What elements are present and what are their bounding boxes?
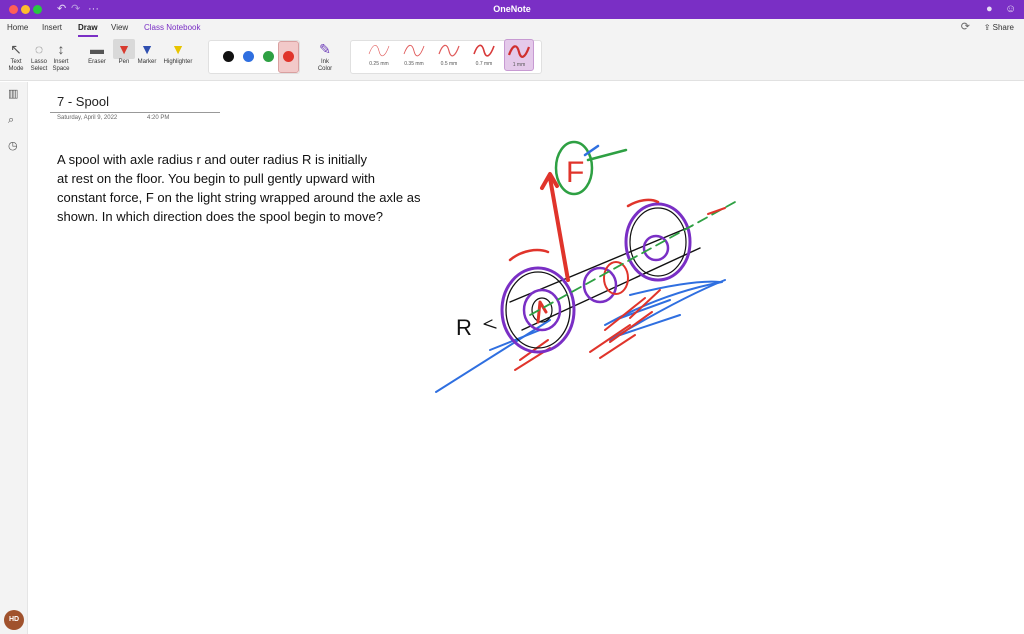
text-line: constant force, F on the light string wr… — [57, 190, 421, 205]
insert-space-button[interactable]: ↕ Insert Space — [50, 39, 72, 73]
ink-color-icon: ✎ — [319, 41, 331, 57]
thickness-label: 1 mm — [512, 62, 526, 68]
force-arrow — [548, 176, 570, 282]
stroke-sample-icon — [473, 44, 495, 57]
lasso-icon: ◌ — [34, 41, 44, 57]
text-mode-label: Text Mode — [8, 59, 24, 72]
left-nav-rail: ▥ ⌕ ◷ HD — [0, 82, 28, 634]
color-blue[interactable] — [243, 51, 254, 62]
marker-button[interactable]: ▼ Marker — [135, 39, 159, 66]
tab-draw[interactable]: Draw — [78, 23, 98, 37]
stroke-sample-icon — [438, 44, 460, 57]
thickness-1[interactable]: 1 mm — [504, 39, 534, 71]
thickness-label: 0.5 mm — [440, 61, 458, 67]
title-bar: ↶ ↷ ··· OneNote ● ☺ — [0, 0, 1024, 19]
insert-space-label: Insert Space — [52, 59, 70, 72]
eraser-button[interactable]: ▬ Eraser — [85, 39, 109, 66]
stroke-sample-icon — [368, 45, 390, 57]
color-black[interactable] — [223, 51, 234, 62]
lasso-select-label: Lasso Select — [30, 59, 48, 72]
lasso-select-button[interactable]: ◌ Lasso Select — [28, 39, 50, 73]
thickness-0-5[interactable]: 0.5 mm — [434, 39, 464, 67]
page-date: Saturday, April 9, 2022 — [57, 115, 118, 121]
middle-ring — [582, 266, 618, 304]
text-line: shown. In which direction does the spool… — [57, 209, 383, 224]
pen-button[interactable]: ▼ Pen — [112, 39, 136, 66]
page-title[interactable]: 7 - Spool — [57, 94, 109, 109]
force-label: F — [566, 156, 584, 189]
right-wheel-hub — [642, 234, 670, 262]
radius-label: R — [456, 315, 472, 340]
radius-indicator — [483, 319, 497, 329]
text-cursor-icon: ↖ — [10, 41, 22, 57]
right-wheel-outer — [624, 202, 692, 282]
floor-hatching-blue — [435, 279, 726, 393]
pen-label: Pen — [118, 59, 130, 65]
share-label: Share — [992, 23, 1014, 32]
ink-color-label: Ink Color — [317, 59, 333, 72]
thickness-0-35[interactable]: 0.35 mm — [399, 39, 429, 67]
highlighter-button[interactable]: ▼ Highlighter — [160, 39, 196, 66]
insert-space-icon: ↕ — [57, 41, 65, 57]
share-icon: ⇪ — [983, 23, 993, 32]
eraser-label: Eraser — [88, 59, 106, 65]
tab-class-notebook[interactable]: Class Notebook — [144, 23, 200, 33]
stroke-sample-icon — [507, 45, 531, 58]
eraser-icon: ▬ — [90, 41, 104, 57]
problem-text[interactable]: A spool with axle radius r and outer rad… — [57, 150, 467, 226]
search-icon[interactable]: ⌕ — [8, 114, 14, 126]
stroke-sample-icon — [403, 44, 425, 57]
notebooks-icon[interactable]: ▥ — [8, 88, 18, 100]
right-wheel-rim — [629, 207, 687, 277]
highlighter-icon: ▼ — [171, 41, 185, 57]
left-wheel-axle — [531, 297, 553, 323]
text-mode-button[interactable]: ↖ Text Mode — [5, 39, 27, 73]
text-line: at rest on the floor. You begin to pull … — [57, 171, 375, 186]
title-underline — [50, 112, 220, 113]
sync-icon[interactable]: ⟳ — [961, 21, 970, 34]
color-green[interactable] — [263, 51, 274, 62]
green-arrow — [586, 148, 628, 162]
draw-ribbon: ↖ Text Mode ◌ Lasso Select ↕ Insert Spac… — [0, 37, 1024, 81]
share-button[interactable]: ⇪ Share — [984, 23, 1014, 32]
color-red[interactable] — [283, 51, 294, 62]
recent-icon[interactable]: ◷ — [8, 140, 18, 152]
thickness-0-7[interactable]: 0.7 mm — [469, 39, 499, 67]
ink-color-button[interactable]: ✎ Ink Color — [310, 39, 340, 73]
rotation-arrow-left — [508, 248, 550, 262]
tab-insert[interactable]: Insert — [42, 23, 62, 33]
tab-home[interactable]: Home — [7, 23, 28, 33]
tab-view[interactable]: View — [111, 23, 128, 33]
thickness-0-25[interactable]: 0.25 mm — [364, 39, 394, 67]
text-line: A spool with axle radius r and outer rad… — [57, 152, 367, 167]
smiley-icon[interactable]: ☺ — [1005, 2, 1016, 16]
thickness-label: 0.25 mm — [369, 61, 389, 67]
notifications-icon[interactable]: ● — [986, 2, 993, 16]
pen-icon: ▼ — [117, 41, 131, 57]
thickness-label: 0.35 mm — [404, 61, 424, 67]
menu-bar: Home Insert Draw View Class Notebook ⟳ ⇪… — [0, 19, 1024, 37]
app-title: OneNote — [493, 4, 531, 14]
page-time: 4:20 PM — [147, 115, 170, 121]
highlighter-label: Highlighter — [163, 59, 193, 65]
spool-sketch[interactable]: F R — [430, 130, 750, 400]
avatar[interactable]: HD — [4, 610, 24, 630]
marker-icon: ▼ — [140, 41, 154, 57]
marker-label: Marker — [137, 59, 157, 65]
thickness-label: 0.7 mm — [475, 61, 493, 67]
